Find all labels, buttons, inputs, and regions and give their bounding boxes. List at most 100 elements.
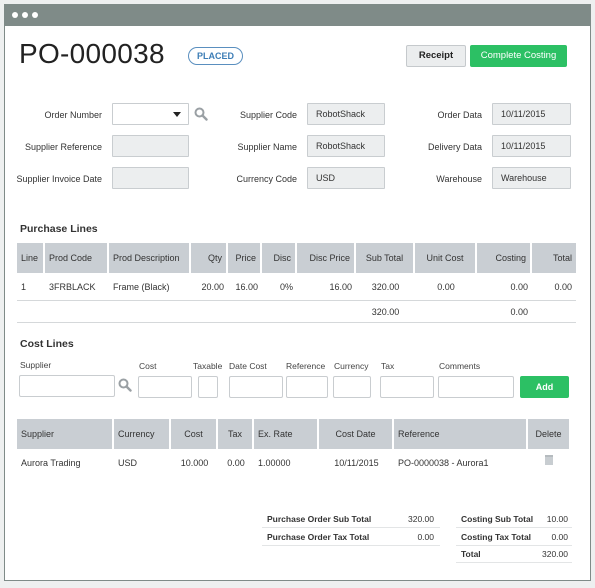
sub-total-cell: 320.00 — [356, 273, 415, 301]
purchase-lines-table: Line Prod Code Prod Description Qty Pric… — [17, 243, 576, 323]
complete-costing-button[interactable]: Complete Costing — [470, 45, 567, 67]
supplier-invoice-date-field[interactable] — [112, 167, 189, 189]
column-header[interactable]: Tax — [218, 419, 254, 449]
column-header[interactable]: Cost — [171, 419, 218, 449]
column-header[interactable]: Line — [17, 243, 45, 273]
reference-input[interactable] — [286, 376, 328, 398]
column-header[interactable]: Disc — [262, 243, 297, 273]
tax-input[interactable] — [380, 376, 434, 398]
column-header[interactable]: Qty — [191, 243, 228, 273]
supplier-reference-field[interactable] — [112, 135, 189, 157]
column-header[interactable]: Costing — [477, 243, 532, 273]
delivery-date-field[interactable]: 10/11/2015 — [492, 135, 571, 157]
currency-label: Currency — [334, 361, 369, 371]
column-header[interactable]: Price — [228, 243, 262, 273]
totals-row: 320.00 0.00 — [17, 301, 576, 323]
cost-label: Cost — [139, 361, 157, 371]
supplier-name-field[interactable]: RobotShack — [307, 135, 385, 157]
divider — [262, 545, 440, 546]
cost-date-cell: 10/11/2015 — [334, 457, 379, 468]
ex-rate-cell: 1.00000 — [258, 457, 291, 468]
qty-cell: 20.00 — [191, 273, 228, 301]
column-header[interactable]: Currency — [114, 419, 171, 449]
purchase-lines-title: Purchase Lines — [20, 223, 98, 235]
cost-supplier-input[interactable] — [19, 375, 115, 397]
column-header[interactable]: Prod Description — [109, 243, 191, 273]
date-cost-label: Date Cost — [229, 361, 267, 371]
table-row[interactable]: 1 3FRBLACK Frame (Black) 20.00 16.00 0% … — [17, 273, 576, 301]
trash-icon[interactable] — [544, 455, 553, 465]
supplier-cell: Aurora Trading — [21, 457, 81, 468]
window-dot-icon[interactable] — [22, 12, 28, 18]
column-header[interactable]: Reference — [394, 419, 528, 449]
cost-lines-table: Supplier Currency Cost Tax Ex. Rate Cost… — [17, 419, 569, 476]
supplier-code-label: Supplier Code — [239, 110, 297, 120]
costing-tax-total-value: 0.00 — [551, 532, 568, 542]
delivery-date-label: Delivery Data — [427, 142, 482, 152]
warehouse-label: Warehouse — [436, 174, 482, 184]
window-dot-icon[interactable] — [32, 12, 38, 18]
delete-cell — [528, 449, 569, 476]
date-cost-input[interactable] — [229, 376, 283, 398]
purchase-lines-header-row: Line Prod Code Prod Description Qty Pric… — [17, 243, 576, 273]
taxable-checkbox[interactable] — [198, 376, 218, 398]
unit-cost-cell: 0.00 — [415, 273, 477, 301]
search-icon[interactable] — [194, 107, 208, 121]
po-tax-total-label: Purchase Order Tax Total — [267, 532, 370, 542]
costing-sum: 0.00 — [477, 301, 532, 323]
search-icon[interactable] — [118, 378, 132, 392]
page-title: PO-000038 — [19, 38, 165, 69]
cost-lines-header-row: Supplier Currency Cost Tax Ex. Rate Cost… — [17, 419, 569, 449]
chevron-down-icon — [173, 112, 181, 117]
po-tax-total-value: 0.00 — [417, 532, 434, 542]
costing-sub-total-value: 10.00 — [546, 514, 568, 524]
column-header[interactable]: Disc Price — [297, 243, 356, 273]
disc-price-cell: 16.00 — [297, 273, 356, 301]
order-date-label: Order Data — [437, 110, 482, 120]
currency-code-label: Currency Code — [236, 174, 297, 184]
divider — [262, 527, 440, 528]
currency-code-field[interactable]: USD — [307, 167, 385, 189]
supplier-label: Supplier — [20, 360, 52, 370]
totals-spacer — [532, 301, 576, 323]
reference-label: Reference — [286, 361, 326, 371]
prod-code-cell: 3FRBLACK — [45, 273, 109, 301]
totals-spacer — [415, 301, 477, 323]
cost-lines-title: Cost Lines — [20, 338, 74, 350]
currency-cell: USD — [118, 457, 138, 468]
column-header[interactable]: Unit Cost — [415, 243, 477, 273]
comments-label: Comments — [439, 361, 481, 371]
window-dot-icon[interactable] — [12, 12, 18, 18]
supplier-code-field[interactable]: RobotShack — [307, 103, 385, 125]
order-number-label: Order Number — [44, 110, 102, 120]
receipt-button[interactable]: Receipt — [406, 45, 466, 67]
supplier-invoice-date-label: Supplier Invoice Date — [16, 174, 102, 184]
comments-input[interactable] — [438, 376, 514, 398]
column-header[interactable]: Supplier — [17, 419, 114, 449]
order-number-select[interactable] — [112, 103, 189, 125]
column-header[interactable]: Cost Date — [319, 419, 394, 449]
supplier-name-label: Supplier Name — [237, 142, 297, 152]
taxable-label: Taxable — [193, 361, 223, 371]
costing-cell: 0.00 — [477, 273, 532, 301]
status-badge: PLACED — [188, 47, 243, 65]
total-value: 320.00 — [542, 549, 568, 559]
sub-total-sum: 320.00 — [356, 301, 415, 323]
tax-cell: 0.00 — [227, 457, 245, 468]
add-cost-line-button[interactable]: Add — [520, 376, 569, 398]
line-cell: 1 — [17, 273, 45, 301]
warehouse-field[interactable]: Warehouse — [492, 167, 571, 189]
column-header[interactable]: Prod Code — [45, 243, 109, 273]
table-row[interactable]: Aurora Trading USD 10.000 0.00 1.00000 1… — [17, 449, 569, 476]
order-date-field[interactable]: 10/11/2015 — [492, 103, 571, 125]
window-titlebar — [4, 4, 591, 26]
column-header[interactable]: Delete — [528, 419, 569, 449]
column-header[interactable]: Ex. Rate — [254, 419, 319, 449]
currency-input[interactable] — [333, 376, 371, 398]
cost-input[interactable] — [138, 376, 192, 398]
price-cell: 16.00 — [228, 273, 262, 301]
column-header[interactable]: Total — [532, 243, 576, 273]
divider — [456, 527, 572, 528]
column-header[interactable]: Sub Total — [356, 243, 415, 273]
tax-label: Tax — [381, 361, 395, 371]
